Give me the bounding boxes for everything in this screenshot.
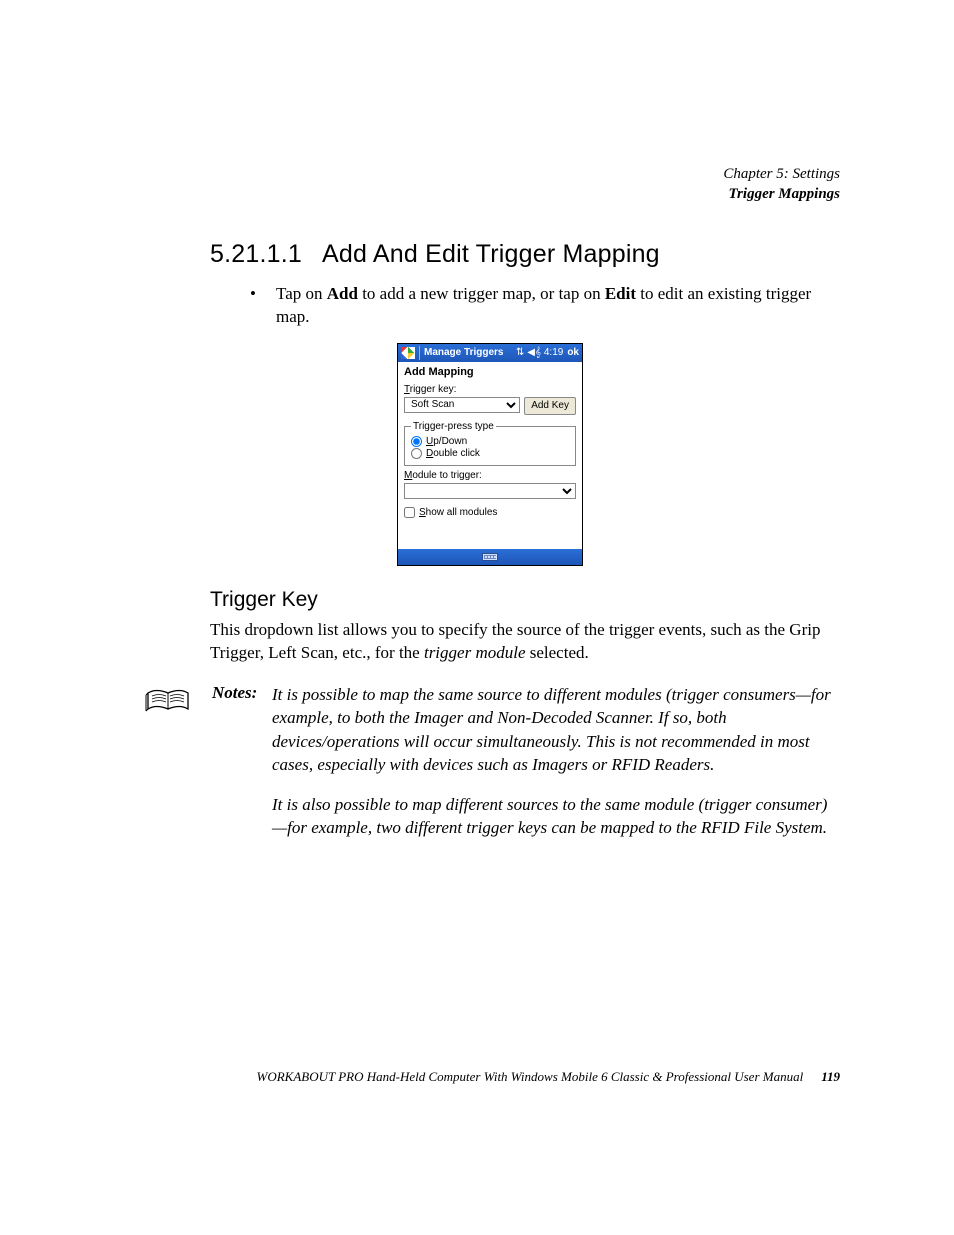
module-label: Module to trigger:: [404, 470, 576, 481]
notes-label: Notes:: [202, 683, 262, 856]
notes-p2: It is also possible to map different sou…: [272, 793, 840, 840]
notes-p1: It is possible to map the same source to…: [272, 683, 840, 777]
ok-button[interactable]: ok: [567, 347, 579, 358]
notes-text: It is possible to map the same source to…: [272, 683, 840, 856]
trigger-key-label: Trigger key:: [404, 384, 576, 395]
instruction-bullet: Tap on Add to add a new trigger map, or …: [250, 283, 840, 329]
trigger-press-type-group: Trigger-press type Up/Down Double click: [404, 421, 576, 466]
subsection-heading: Trigger Key: [210, 588, 840, 612]
radio-doubleclick-label: Double click: [426, 448, 480, 459]
section-number: 5.21.1.1: [210, 240, 302, 268]
volume-icon[interactable]: ◀𝄞: [527, 347, 541, 358]
module-select[interactable]: [404, 483, 576, 499]
device-titlebar: Manage Triggers ⇅ ◀𝄞 4:19 ok: [398, 344, 582, 362]
footer-text: WORKABOUT PRO Hand-Held Computer With Wi…: [256, 1069, 803, 1085]
add-key-button[interactable]: Add Key: [524, 397, 576, 415]
show-all-modules-checkbox[interactable]: [404, 507, 415, 518]
device-screenshot: Manage Triggers ⇅ ◀𝄞 4:19 ok Add Mapping…: [397, 343, 583, 566]
show-all-modules-label: Show all modules: [419, 507, 497, 518]
radio-doubleclick[interactable]: [411, 448, 422, 459]
windows-start-icon[interactable]: [401, 347, 415, 359]
section-heading: 5.21.1.1 Add And Edit Trigger Mapping: [210, 240, 840, 269]
keyboard-icon[interactable]: [482, 553, 498, 561]
section-title-text: Add And Edit Trigger Mapping: [322, 240, 660, 268]
window-title: Manage Triggers: [424, 347, 503, 358]
radio-updown-label: Up/Down: [426, 436, 467, 447]
page-footer: WORKABOUT PRO Hand-Held Computer With Wi…: [140, 1069, 840, 1085]
subsection-paragraph: This dropdown list allows you to specify…: [210, 618, 840, 665]
dialog-heading: Add Mapping: [404, 366, 576, 378]
connectivity-icon[interactable]: ⇅: [516, 347, 524, 358]
radio-updown[interactable]: [411, 436, 422, 447]
group-legend: Trigger-press type: [411, 421, 496, 432]
page-header: Chapter 5: Settings Trigger Mappings: [140, 165, 840, 204]
notes-block: Notes: It is possible to map the same so…: [144, 683, 840, 856]
section-line: Trigger Mappings: [140, 185, 840, 205]
clock: 4:19: [544, 347, 563, 358]
chapter-line: Chapter 5: Settings: [140, 165, 840, 185]
book-icon: [144, 687, 192, 715]
trigger-key-select[interactable]: Soft Scan: [404, 397, 520, 413]
page-number: 119: [821, 1069, 840, 1085]
